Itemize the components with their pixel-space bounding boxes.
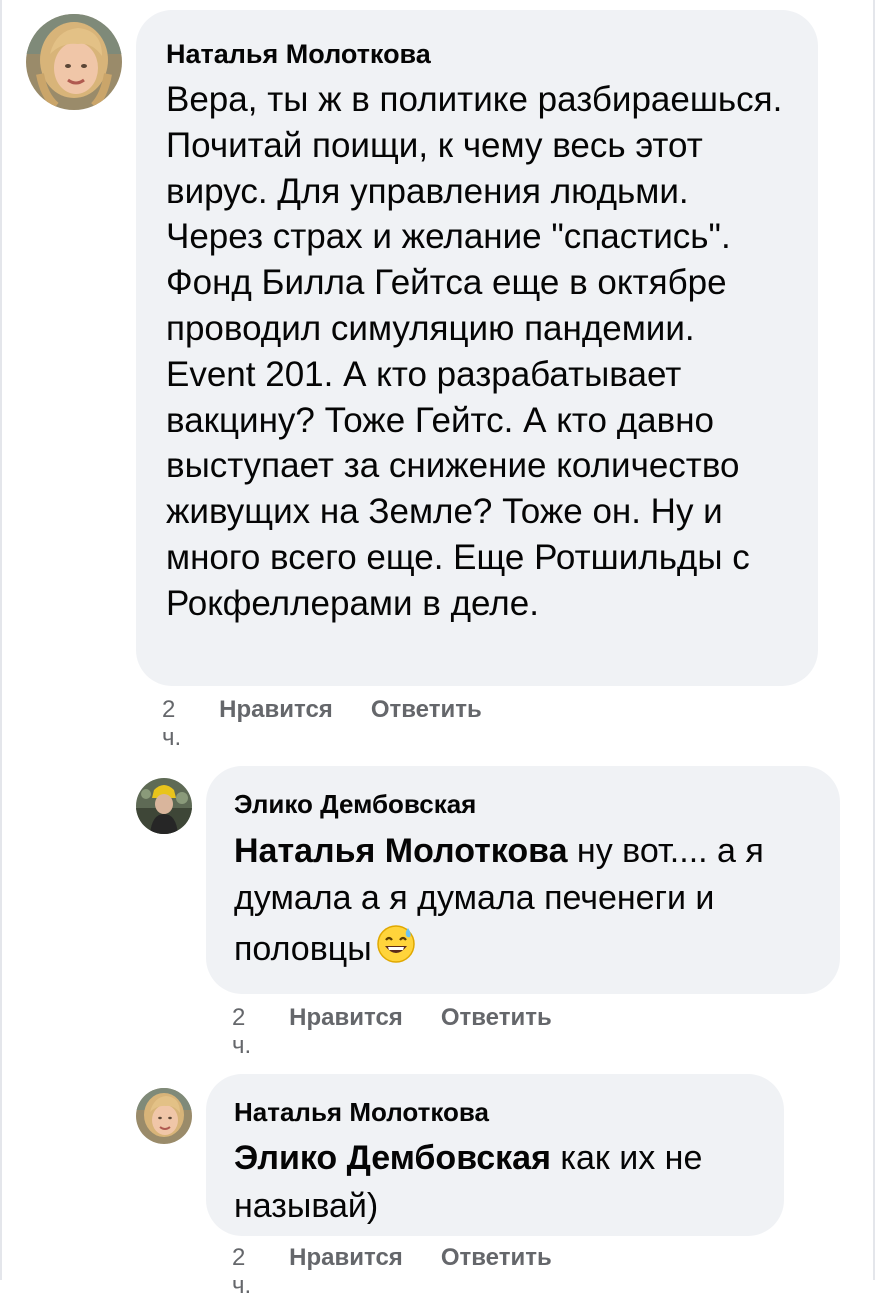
comment-text: Элико Дембовская как их не называй): [234, 1134, 764, 1230]
avatar-photo: [136, 778, 192, 834]
comment-text: Вера, ты ж в политике разбираешься. Почи…: [166, 80, 783, 623]
mention-link[interactable]: Элико Дембовская: [234, 1139, 551, 1177]
comment-text: Наталья Молоткова ну вот.... а я думала …: [234, 828, 824, 973]
comment-timestamp[interactable]: 2 ч.: [232, 1244, 251, 1300]
comment-author[interactable]: Наталья Молоткова: [166, 34, 788, 74]
avatar[interactable]: [26, 14, 122, 110]
reply-button[interactable]: Ответить: [371, 696, 482, 724]
comment-author[interactable]: Наталья Молоткова: [234, 1092, 756, 1132]
comment-actions: 2 ч. Нравится Ответить: [232, 1244, 552, 1300]
reply-button[interactable]: Ответить: [441, 1244, 552, 1272]
comment-actions: 2 ч. Нравится Ответить: [162, 696, 482, 752]
mention-link[interactable]: Наталья Молоткова: [234, 832, 567, 870]
sweat-smile-icon: [374, 922, 418, 966]
avatar[interactable]: [136, 1088, 192, 1144]
comment-actions: 2 ч. Нравится Ответить: [232, 1004, 552, 1060]
comment-bubble: Наталья Молоткова Элико Дембовская как и…: [206, 1074, 784, 1236]
like-button[interactable]: Нравится: [219, 696, 333, 724]
comment-timestamp[interactable]: 2 ч.: [162, 696, 181, 752]
comment-author[interactable]: Элико Дембовская: [234, 784, 812, 824]
frame-left-border: [0, 0, 2, 1280]
avatar-photo: [26, 14, 122, 110]
avatar[interactable]: [136, 778, 192, 834]
comment-timestamp[interactable]: 2 ч.: [232, 1004, 251, 1060]
comment-bubble: Наталья Молоткова Вера, ты ж в политике …: [136, 10, 818, 686]
comment-bubble: Элико Дембовская Наталья Молоткова ну во…: [206, 766, 840, 994]
reply-button[interactable]: Ответить: [441, 1004, 552, 1032]
like-button[interactable]: Нравится: [289, 1004, 403, 1032]
like-button[interactable]: Нравится: [289, 1244, 403, 1272]
avatar-photo: [136, 1088, 192, 1144]
